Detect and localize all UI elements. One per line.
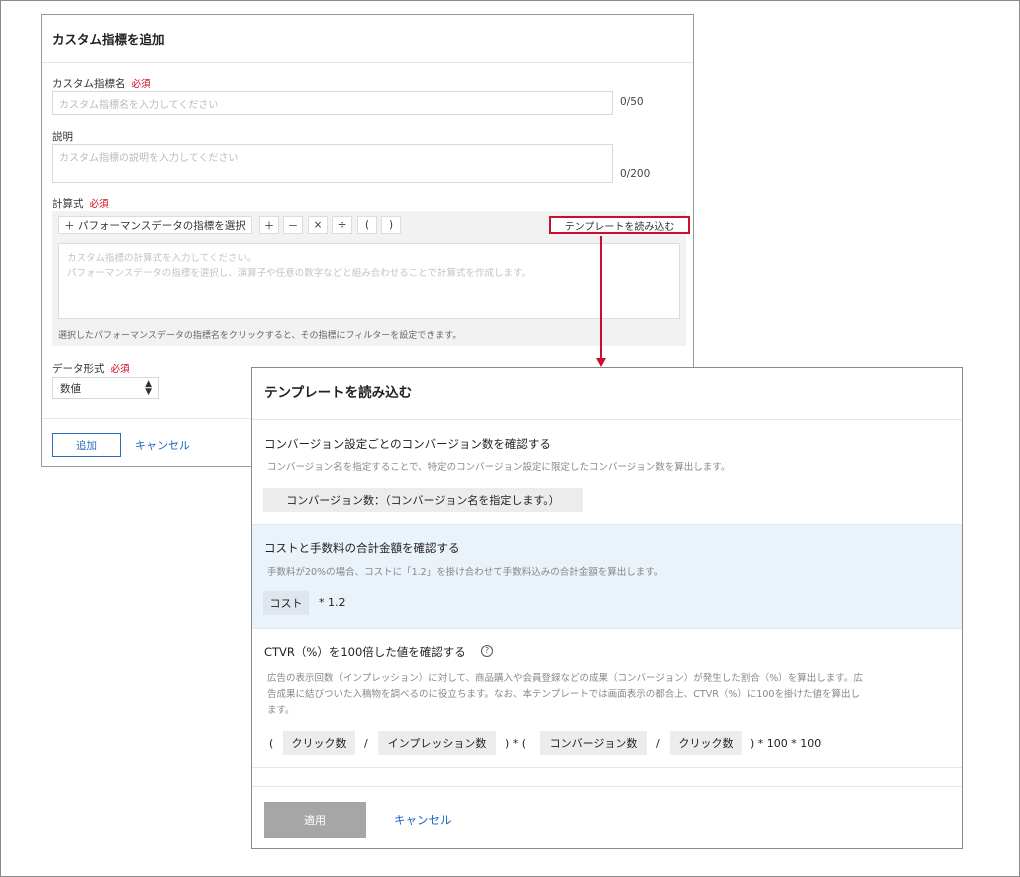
dialog-title: カスタム指標を追加 (52, 32, 165, 47)
select-arrows-icon: ▲ ▼ (145, 379, 152, 397)
template-description-line: 告成果に結びついた入稿物を調べるのに役立ちます。なお、本テンプレートでは画面表示… (267, 689, 860, 700)
operator-close-paren-button[interactable]: ) (381, 216, 401, 234)
template-title: コンバージョン設定ごとのコンバージョン数を確認する (264, 437, 551, 451)
apply-button[interactable]: 適用 (264, 802, 366, 838)
data-format-select[interactable]: 数値 ▲ ▼ (52, 377, 159, 399)
cancel-link[interactable]: キャンセル (135, 437, 190, 453)
template-item-ctvr[interactable]: CTVR（%）を100倍した値を確認する ? 広告の表示回数（インプレッション）… (252, 628, 962, 767)
formula-input[interactable]: カスタム指標の計算式を入力してください。 パフォーマンスデータの指標を選択し、演… (58, 243, 680, 319)
formula-operator: * 1.2 (319, 596, 346, 609)
metric-name-input[interactable]: カスタム指標名を入力してください (52, 91, 613, 115)
formula-chip: コンバージョン数 (540, 731, 647, 755)
formula-chip: コスト (263, 591, 309, 615)
template-item-cost-fee-total[interactable]: コストと手数料の合計金額を確認する 手数料が20%の場合、コストに「1.2」を掛… (252, 524, 962, 628)
dialog-title: テンプレートを読み込む (264, 385, 413, 401)
formula-operator: ) * ( (505, 737, 527, 750)
template-title: コストと手数料の合計金額を確認する (264, 541, 460, 555)
description-label: 説明 (52, 131, 73, 143)
help-icon[interactable]: ? (481, 645, 493, 657)
add-button[interactable]: 追加 (52, 433, 121, 457)
description-input[interactable]: カスタム指標の説明を入力してください (52, 144, 613, 183)
required-badge: 必須 (89, 199, 109, 210)
callout-arrow-line (600, 236, 602, 360)
divider (42, 62, 693, 63)
formula-operator: ) * 100 * 100 (750, 737, 822, 750)
load-template-dialog: テンプレートを読み込む コンバージョン設定ごとのコンバージョン数を確認する コン… (251, 367, 963, 849)
template-description: 手数料が20%の場合、コストに「1.2」を掛け合わせて手数料込みの合計金額を算出… (267, 567, 664, 578)
formula-operator: ( (269, 737, 274, 750)
operator-open-paren-button[interactable]: ( (357, 216, 377, 234)
formula-hint: 選択したパフォーマンスデータの指標名をクリックすると、その指標にフィルターを設定… (58, 331, 462, 341)
formula-operator: / (656, 737, 660, 750)
operator-divide-button[interactable]: ÷ (332, 216, 352, 234)
description-char-counter: 0/200 (620, 168, 651, 180)
template-title: CTVR（%）を100倍した値を確認する (264, 645, 466, 659)
required-badge: 必須 (110, 364, 130, 375)
formula-chip: コンバージョン数：（コンバージョン名を指定します。） (263, 488, 583, 512)
data-format-label: データ形式 必須 (52, 363, 130, 375)
operator-multiply-button[interactable]: × (308, 216, 328, 234)
callout-arrow-head-icon (596, 358, 606, 367)
formula-chip: クリック数 (283, 731, 355, 755)
operator-plus-button[interactable]: ＋ (259, 216, 279, 234)
formula-label: 計算式 必須 (52, 198, 109, 210)
operator-minus-button[interactable]: － (283, 216, 303, 234)
required-badge: 必須 (131, 79, 151, 90)
formula-editor: ＋ パフォーマンスデータの指標を選択 ＋ － × ÷ ( ) テンプレートを読み… (52, 211, 690, 346)
formula-chip: インプレッション数 (378, 731, 496, 755)
divider (252, 767, 962, 768)
formula-operator: / (364, 737, 368, 750)
formula-placeholder-line: パフォーマンスデータの指標を選択し、演算子や任意の数字などと組み合わせることで計… (67, 268, 532, 279)
formula-chip: クリック数 (670, 731, 742, 755)
template-description-line: ます。 (267, 705, 295, 716)
divider (252, 786, 962, 787)
cancel-link[interactable]: キャンセル (394, 812, 452, 828)
formula-placeholder-line: カスタム指標の計算式を入力してください。 (67, 253, 257, 264)
load-template-button[interactable]: テンプレートを読み込む (549, 216, 690, 234)
template-item-conversion-count[interactable]: コンバージョン設定ごとのコンバージョン数を確認する コンバージョン名を指定するこ… (252, 419, 962, 524)
template-description: コンバージョン名を指定することで、特定のコンバージョン設定に限定したコンバージョ… (267, 462, 731, 473)
data-format-value: 数値 (60, 383, 81, 395)
select-metric-button[interactable]: ＋ パフォーマンスデータの指標を選択 (58, 216, 252, 234)
metric-name-label: カスタム指標名 必須 (52, 78, 151, 90)
name-char-counter: 0/50 (620, 96, 644, 108)
